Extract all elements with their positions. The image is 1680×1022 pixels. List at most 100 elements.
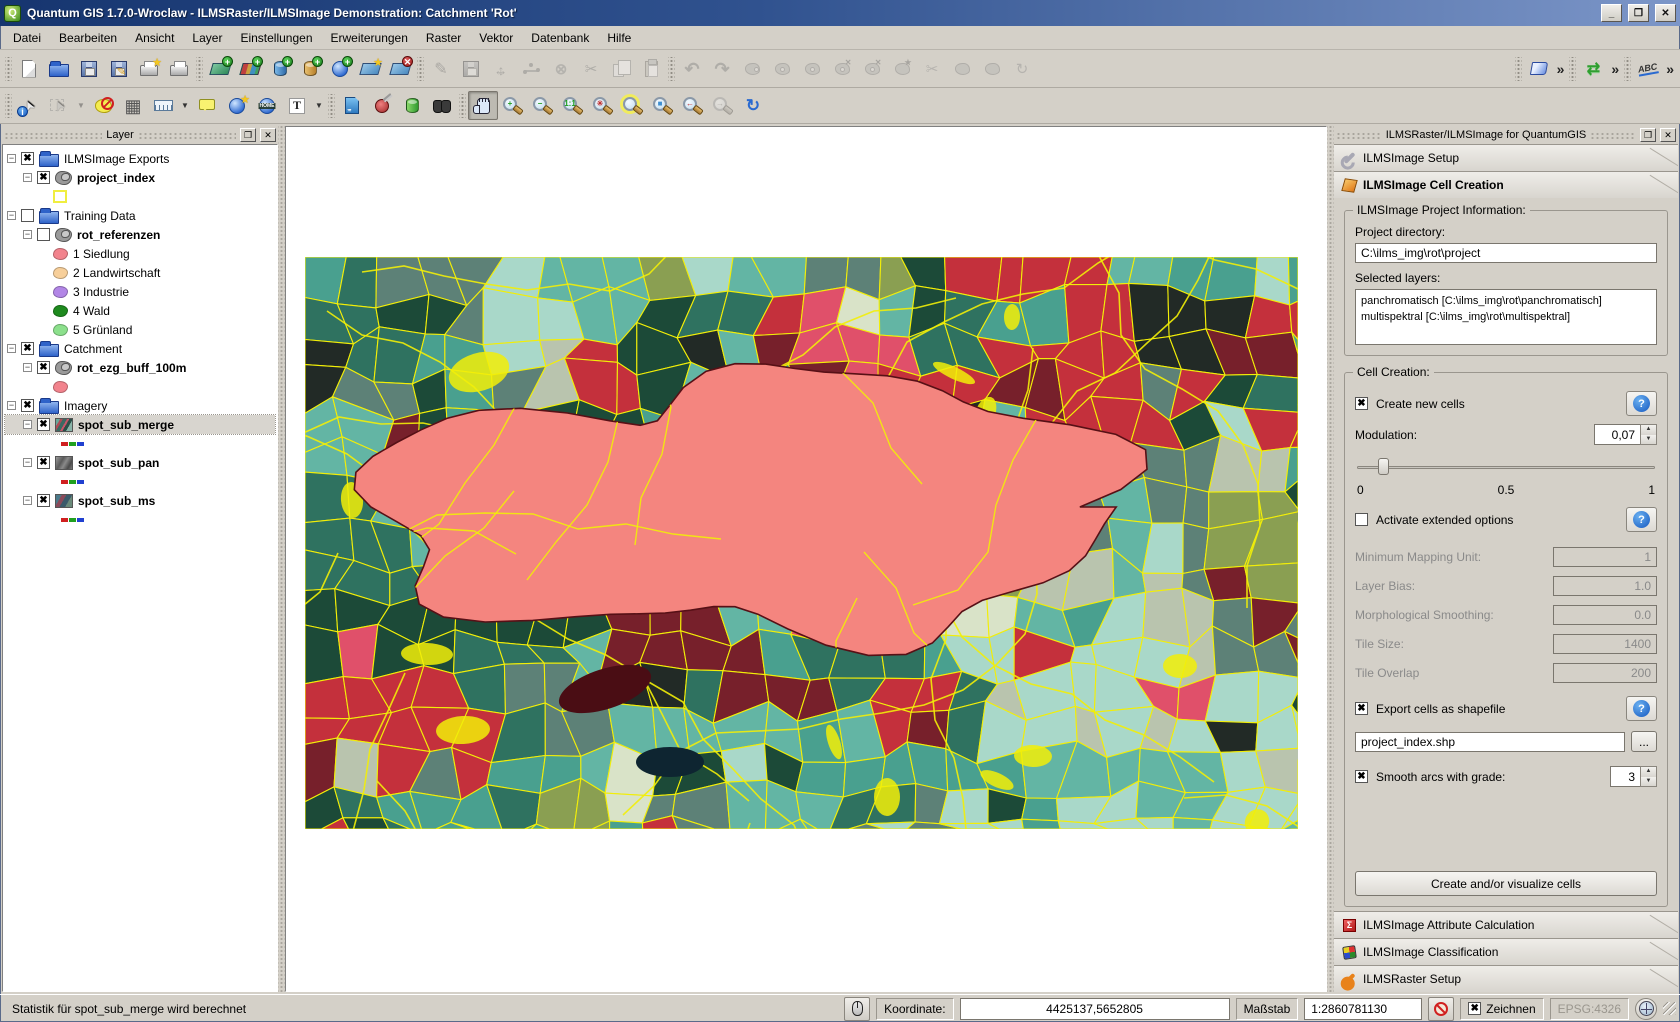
layer-tree-item-project-index[interactable]: −✖project_index (5, 168, 275, 187)
menu-datei[interactable]: Datei (4, 28, 50, 48)
layer-tree-item-4-wald[interactable]: 4 Wald (5, 301, 275, 320)
render-toggle-box[interactable]: ✖ Zeichnen (1460, 998, 1543, 1020)
layer-visibility-checkbox[interactable] (37, 228, 50, 241)
remove-layer-button[interactable]: ✕ (385, 54, 415, 83)
dock-splitter-left[interactable] (278, 126, 285, 992)
modulation-spinbox[interactable]: 0,07 ▲▼ (1594, 424, 1657, 445)
zoom-in-button[interactable]: + (498, 91, 528, 120)
tree-expander-icon[interactable]: − (7, 154, 16, 163)
selected-layer-item[interactable]: panchromatisch [C:\ilms_img\rot\panchrom… (1361, 293, 1651, 309)
layer-tree-item-spot-sub-pan[interactable]: −✖spot_sub_pan (5, 453, 275, 472)
evis-plugin-button[interactable] (367, 91, 397, 120)
tree-expander-icon[interactable]: − (7, 211, 16, 220)
menu-datenbank[interactable]: Datenbank (522, 28, 598, 48)
layer-visibility-checkbox[interactable] (21, 209, 34, 222)
new-print-composer-button[interactable]: ★ (134, 54, 164, 83)
tree-expander-icon[interactable]: − (23, 230, 32, 239)
dock-float-icon[interactable]: ❐ (1640, 128, 1656, 142)
export-cells-checkbox[interactable]: ✖ (1355, 702, 1368, 715)
layer-tree-item-rot-referenzen[interactable]: −rot_referenzen (5, 225, 275, 244)
modulation-slider[interactable] (1357, 457, 1655, 477)
layer-tree-item[interactable] (5, 377, 275, 396)
new-project-button[interactable] (14, 54, 44, 83)
window-resize-grip[interactable] (1663, 1002, 1676, 1015)
map-tips-button[interactable] (192, 91, 222, 120)
maximize-button[interactable]: ❐ (1628, 4, 1649, 22)
mouse-position-toggle-button[interactable] (844, 997, 870, 1021)
identify-features-button[interactable]: ➤i (14, 91, 44, 120)
smooth-grade-spinbox[interactable]: 3 ▲▼ (1610, 766, 1657, 787)
menu-vektor[interactable]: Vektor (470, 28, 522, 48)
browse-button[interactable]: ... (1631, 731, 1657, 752)
zoom-full-extent-button[interactable]: ✳ (588, 91, 618, 120)
tree-expander-icon[interactable]: − (23, 496, 32, 505)
add-spatialite-layer-button[interactable]: + (295, 54, 325, 83)
menu-raster[interactable]: Raster (417, 28, 470, 48)
zoom-native-resolution-button[interactable]: 1:1 (558, 91, 588, 120)
add-wms-layer-button[interactable]: + (325, 54, 355, 83)
dock-close-icon[interactable]: ✕ (1660, 128, 1676, 142)
smooth-arcs-checkbox[interactable]: ✖ (1355, 770, 1368, 783)
layer-visibility-checkbox[interactable]: ✖ (37, 418, 50, 431)
section-ilmsimage-setup[interactable]: ILMSImage Setup (1334, 144, 1678, 171)
layer-tree-item-5-gr-nland[interactable]: 5 Grünland (5, 320, 275, 339)
deselect-features-button[interactable] (88, 91, 118, 120)
slider-handle[interactable] (1378, 458, 1389, 475)
tree-expander-icon[interactable]: − (23, 173, 32, 182)
layer-tree-item-catchment[interactable]: −✖Catchment (5, 339, 275, 358)
close-button[interactable]: ✕ (1655, 4, 1676, 22)
help-button[interactable]: ? (1626, 507, 1657, 532)
pan-map-button[interactable] (468, 91, 498, 120)
help-button[interactable]: ? (1626, 391, 1657, 416)
layer-visibility-checkbox[interactable]: ✖ (21, 399, 34, 412)
save-project-as-button[interactable]: ✎ (104, 54, 134, 83)
stop-rendering-button[interactable] (1428, 997, 1454, 1021)
dock-splitter-right[interactable] (1327, 126, 1334, 992)
open-attribute-table-button[interactable]: ▦ (118, 91, 148, 120)
map-image[interactable] (305, 257, 1298, 829)
project-directory-input[interactable]: C:\ilms_img\rot\project (1355, 243, 1657, 263)
offline-editing-button[interactable]: ⇄ (1578, 54, 1608, 83)
section-ilmsimage-classification[interactable]: ILMSImage Classification (1334, 938, 1678, 965)
layer-tree-item-imagery[interactable]: −✖Imagery (5, 396, 275, 415)
zoom-out-button[interactable]: − (528, 91, 558, 120)
menu-hilfe[interactable]: Hilfe (598, 28, 640, 48)
add-postgis-layer-button[interactable]: + (265, 54, 295, 83)
minimize-button[interactable]: _ (1601, 4, 1622, 22)
layer-tree-item-spot-sub-ms[interactable]: −✖spot_sub_ms (5, 491, 275, 510)
plugin-dock-titlebar[interactable]: ILMSRaster/ILMSImage for QuantumGIS ❐ ✕ (1334, 126, 1678, 144)
labeling-button[interactable]: ABC (1633, 54, 1663, 83)
help-button[interactable]: ? (1626, 696, 1657, 721)
crs-transform-button[interactable] (1635, 998, 1657, 1020)
map-canvas[interactable] (285, 126, 1327, 992)
create-new-cells-checkbox[interactable]: ✖ (1355, 397, 1368, 410)
menu-einstellungen[interactable]: Einstellungen (231, 28, 321, 48)
render-checkbox[interactable]: ✖ (1468, 1002, 1481, 1015)
new-bookmark-button[interactable]: ★ (222, 91, 252, 120)
mapserver-export-button[interactable] (337, 91, 367, 120)
annotation-dropdown-button[interactable]: ▼ (312, 91, 326, 120)
new-shapefile-layer-button[interactable]: ★ (355, 54, 385, 83)
refresh-map-button[interactable]: ↻ (738, 91, 768, 120)
add-vector-layer-button[interactable]: + (205, 54, 235, 83)
layer-visibility-checkbox[interactable]: ✖ (37, 171, 50, 184)
layer-tree-item-2-landwirtschaft[interactable]: 2 Landwirtschaft (5, 263, 275, 282)
spinner-arrows[interactable]: ▲▼ (1640, 424, 1657, 445)
tree-expander-icon[interactable]: − (7, 344, 16, 353)
layer-tree-item-1-siedlung[interactable]: 1 Siedlung (5, 244, 275, 263)
tree-expander-icon[interactable]: − (23, 420, 32, 429)
layer-visibility-checkbox[interactable]: ✖ (21, 342, 34, 355)
measure-dropdown-button[interactable]: ▼ (178, 91, 192, 120)
open-project-button[interactable] (44, 54, 74, 83)
layer-visibility-checkbox[interactable]: ✖ (21, 152, 34, 165)
selected-layers-list[interactable]: panchromatisch [C:\ilms_img\rot\panchrom… (1355, 289, 1657, 345)
menu-bearbeiten[interactable]: Bearbeiten (50, 28, 126, 48)
layer-tree-item-spot-sub-merge[interactable]: −✖spot_sub_merge (5, 415, 275, 434)
layer-tree-item-ilmsimage-exports[interactable]: −✖ILMSImage Exports (5, 149, 275, 168)
toolbar-overflow-chevron[interactable]: » (1663, 61, 1677, 77)
toolbar-overflow-chevron[interactable]: » (1554, 61, 1568, 77)
shapefile-name-input[interactable]: project_index.shp (1355, 732, 1625, 752)
selected-layer-item[interactable]: multispektral [C:\ilms_img\rot\multispek… (1361, 309, 1651, 325)
section-ilmsimage-cell-creation[interactable]: ILMSImage Cell Creation (1334, 171, 1678, 198)
tree-expander-icon[interactable]: − (7, 401, 16, 410)
